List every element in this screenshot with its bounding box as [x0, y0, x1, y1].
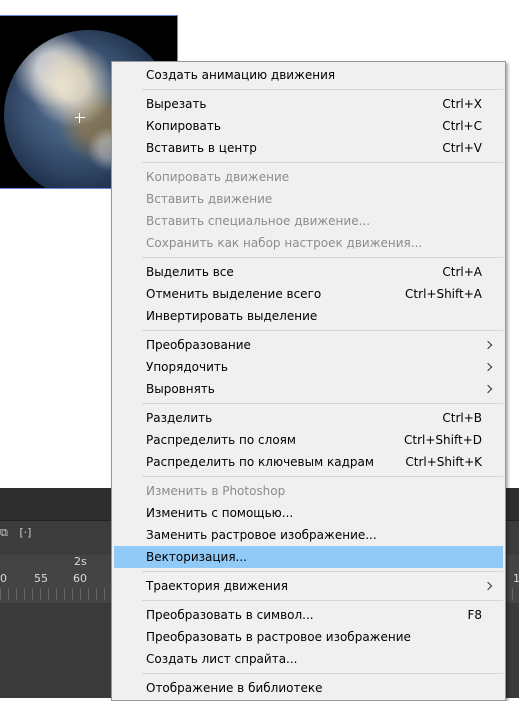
menu-item-paste-in-center[interactable]: Вставить в центр Ctrl+V	[114, 137, 503, 159]
menu-item-copy[interactable]: Копировать Ctrl+C	[114, 115, 503, 137]
chevron-right-icon	[485, 378, 491, 400]
menu-item-paste-motion-special[interactable]: Вставить специальное движение...	[114, 210, 503, 232]
ruler-label: 1	[513, 572, 519, 585]
chevron-right-icon	[485, 575, 491, 597]
menu-separator	[142, 330, 503, 331]
menu-item-swap-bitmap[interactable]: Заменить растровое изображение...	[114, 524, 503, 546]
menu-separator	[142, 162, 503, 163]
menu-separator	[142, 257, 503, 258]
ruler-label: 60	[73, 572, 87, 585]
menu-item-save-motion-preset[interactable]: Сохранить как набор настроек движения...	[114, 232, 503, 254]
menu-separator	[142, 600, 503, 601]
menu-item-edit-with[interactable]: Изменить с помощью...	[114, 502, 503, 524]
menu-item-generate-sprite-sheet[interactable]: Создать лист спрайта...	[114, 648, 503, 670]
frame-bracket-icon[interactable]: [·]	[19, 526, 31, 539]
chevron-right-icon	[485, 334, 491, 356]
timeline-tool-icons: ⧉ [·]	[0, 526, 39, 546]
menu-item-show-in-library[interactable]: Отображение в библиотеке	[114, 677, 503, 699]
ruler-label: 55	[34, 572, 48, 585]
copy-frames-icon[interactable]: ⧉	[0, 526, 8, 540]
menu-item-select-all[interactable]: Выделить все Ctrl+A	[114, 261, 503, 283]
menu-separator	[142, 89, 503, 90]
menu-item-convert-to-bitmap[interactable]: Преобразовать в растровое изображение	[114, 626, 503, 648]
menu-item-trace-bitmap[interactable]: Векторизация...	[114, 546, 503, 568]
menu-separator	[142, 571, 503, 572]
menu-item-invert-selection[interactable]: Инвертировать выделение	[114, 305, 503, 327]
menu-item-create-motion-tween[interactable]: Создать анимацию движения	[114, 64, 503, 86]
chevron-right-icon	[485, 356, 491, 378]
crosshair-cursor-icon	[75, 113, 85, 123]
menu-separator	[142, 476, 503, 477]
menu-item-align[interactable]: Выровнять	[114, 378, 503, 400]
menu-item-distribute-to-keyframes[interactable]: Распределить по ключевым кадрам Ctrl+Shif…	[114, 451, 503, 473]
ruler-label: 0	[0, 572, 7, 585]
menu-separator	[142, 403, 503, 404]
menu-item-transform[interactable]: Преобразование	[114, 334, 503, 356]
menu-item-copy-motion[interactable]: Копировать движение	[114, 166, 503, 188]
context-menu: Создать анимацию движения Вырезать Ctrl+X…	[111, 61, 506, 701]
menu-item-cut[interactable]: Вырезать Ctrl+X	[114, 93, 503, 115]
time-marker: 2s	[74, 555, 87, 568]
menu-item-edit-in-photoshop[interactable]: Изменить в Photoshop	[114, 480, 503, 502]
menu-separator	[142, 673, 503, 674]
menu-item-arrange[interactable]: Упорядочить	[114, 356, 503, 378]
menu-item-motion-path[interactable]: Траектория движения	[114, 575, 503, 597]
menu-item-convert-to-symbol[interactable]: Преобразовать в символ... F8	[114, 604, 503, 626]
menu-item-paste-motion[interactable]: Вставить движение	[114, 188, 503, 210]
menu-item-distribute-to-layers[interactable]: Распределить по слоям Ctrl+Shift+D	[114, 429, 503, 451]
menu-item-deselect-all[interactable]: Отменить выделение всего Ctrl+Shift+A	[114, 283, 503, 305]
menu-item-break-apart[interactable]: Разделить Ctrl+B	[114, 407, 503, 429]
